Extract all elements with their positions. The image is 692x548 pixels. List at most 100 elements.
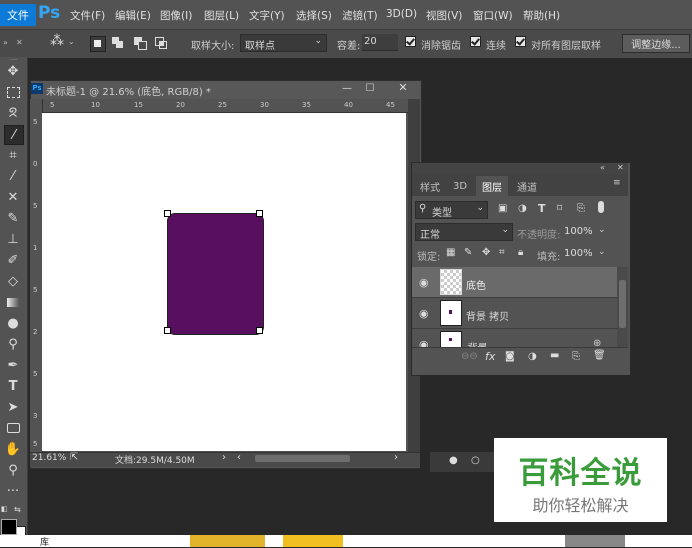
foreground-color-swatch[interactable]: [1, 519, 17, 535]
close-window-icon[interactable]: ✕: [389, 81, 417, 95]
move-tool-icon[interactable]: ✥: [4, 62, 22, 80]
taskbar-thumbnail[interactable]: [190, 535, 265, 547]
close-panel-icon[interactable]: ✕: [617, 163, 624, 172]
menu-edit[interactable]: 编辑(E): [115, 8, 151, 23]
tab-channels[interactable]: 通道: [510, 176, 544, 196]
default-colors-icon[interactable]: ◧: [1, 505, 9, 513]
menu-image[interactable]: 图像(I): [160, 8, 192, 23]
chevron-down-icon[interactable]: ⌄: [68, 37, 75, 46]
new-layer-icon[interactable]: ⎘: [572, 351, 580, 362]
radio-empty-icon[interactable]: ○: [471, 455, 480, 466]
more-tools-icon[interactable]: ···: [4, 482, 22, 500]
healing-brush-tool-icon[interactable]: ✕: [4, 188, 22, 206]
panel-menu-icon[interactable]: ≡: [613, 178, 621, 188]
new-selection-icon[interactable]: [90, 36, 106, 52]
maximize-icon[interactable]: ☐: [362, 83, 378, 95]
filter-type-dropdown[interactable]: ⚲ 类型 ⌄: [415, 201, 488, 219]
mask-icon[interactable]: ◙: [505, 351, 515, 362]
chevron-right-icon[interactable]: ›: [222, 452, 226, 463]
menu-layer[interactable]: 图层(L): [204, 8, 239, 23]
library-label[interactable]: 库: [40, 535, 49, 548]
document-info[interactable]: 文档:29.5M/4.50M: [115, 453, 195, 466]
taskbar-thumbnail[interactable]: [283, 535, 343, 547]
layer-name[interactable]: 背景: [466, 339, 486, 347]
fill-value[interactable]: 100%: [564, 248, 593, 259]
share-icon[interactable]: ⇱: [70, 452, 78, 463]
refine-edge-button[interactable]: 调整边缘...: [622, 34, 690, 53]
eye-icon[interactable]: ◉: [419, 307, 429, 320]
zoom-level[interactable]: 21.61%: [32, 453, 66, 463]
transform-handle[interactable]: [256, 210, 263, 217]
minimize-icon[interactable]: —: [339, 83, 355, 95]
rounded-rectangle-shape[interactable]: [167, 213, 264, 335]
panel-header[interactable]: [412, 163, 628, 174]
chevron-down-icon[interactable]: ⌄: [598, 225, 606, 235]
pen-tool-icon[interactable]: ✒: [4, 356, 22, 374]
menu-view[interactable]: 视图(V): [426, 8, 462, 23]
history-brush-tool-icon[interactable]: ✐: [4, 251, 22, 269]
menu-window[interactable]: 窗口(W): [473, 8, 513, 23]
layer-name[interactable]: 背景 拷贝: [466, 308, 509, 323]
adjustment-icon[interactable]: ◑: [528, 351, 537, 362]
zoom-tool-icon[interactable]: ⚲: [4, 461, 22, 479]
blend-mode-dropdown[interactable]: 正常 ⌄: [415, 223, 513, 241]
link-icon[interactable]: ⊖⊖: [461, 351, 478, 362]
hand-tool-icon[interactable]: ✋: [4, 440, 22, 458]
tolerance-input[interactable]: 20: [362, 34, 398, 51]
radio-filled-icon[interactable]: ●: [449, 455, 458, 466]
add-selection-icon[interactable]: [112, 37, 124, 49]
dodge-tool-icon[interactable]: ⚲: [4, 335, 22, 353]
menu-file-active[interactable]: 文件: [0, 4, 36, 26]
intersect-selection-icon[interactable]: [155, 37, 167, 49]
transform-handle[interactable]: [256, 327, 263, 334]
taskbar-thumbnail[interactable]: [565, 535, 625, 547]
tab-layers[interactable]: 图层: [476, 176, 508, 196]
antialias-checkbox[interactable]: [405, 36, 416, 48]
path-select-tool-icon[interactable]: ➤: [4, 398, 22, 416]
lock-artboard-icon[interactable]: ⌗: [499, 247, 505, 258]
layers-scrollbar-thumb[interactable]: [619, 280, 626, 328]
sample-size-dropdown[interactable]: 取样点 ⌄: [240, 34, 327, 52]
lock-transparent-icon[interactable]: ▦: [446, 247, 455, 258]
folder-icon[interactable]: ▬: [550, 350, 559, 361]
layer-name[interactable]: 底色: [466, 277, 486, 292]
swap-colors-icon[interactable]: ⇆: [14, 505, 24, 514]
filter-type-icon[interactable]: T: [538, 202, 546, 215]
eye-icon[interactable]: ◉: [419, 276, 429, 289]
crop-tool-icon[interactable]: ⌗: [4, 146, 22, 164]
lasso-tool-icon[interactable]: ᘝ: [4, 104, 22, 122]
stamp-tool-icon[interactable]: ⊥: [4, 230, 22, 248]
transform-handle[interactable]: [164, 210, 171, 217]
collapse-panel-icon[interactable]: «: [600, 163, 605, 172]
menu-type[interactable]: 文字(Y): [249, 8, 285, 23]
eraser-tool-icon[interactable]: ◇: [4, 272, 22, 290]
filter-toggle-icon[interactable]: [598, 201, 604, 213]
menu-select[interactable]: 选择(S): [296, 8, 332, 23]
chevron-left-icon[interactable]: ‹: [237, 452, 241, 463]
trash-icon[interactable]: 🗑︎: [593, 350, 606, 361]
rectangle-tool-icon[interactable]: [4, 419, 22, 437]
close-icon[interactable]: ✕: [16, 38, 23, 47]
contiguous-checkbox[interactable]: [470, 36, 481, 48]
marquee-tool-icon[interactable]: [4, 83, 22, 101]
fx-icon[interactable]: fx: [485, 350, 495, 363]
collapse-icon[interactable]: »: [3, 38, 8, 47]
magic-wand-tool-icon[interactable]: ⁄: [4, 125, 24, 145]
magic-wand-preset-icon[interactable]: ⁂: [50, 33, 64, 49]
gradient-tool-icon[interactable]: [4, 293, 22, 311]
menu-help[interactable]: 帮助(H): [523, 8, 560, 23]
menu-filter[interactable]: 滤镜(T): [342, 8, 378, 23]
eyedropper-tool-icon[interactable]: ⁄: [4, 167, 22, 185]
type-tool-icon[interactable]: T: [4, 377, 22, 395]
blur-tool-icon[interactable]: ●: [4, 314, 22, 332]
filter-adjustment-icon[interactable]: ◑: [518, 203, 527, 214]
sample-all-checkbox[interactable]: [515, 36, 526, 48]
lock-position-icon[interactable]: ✥: [482, 247, 490, 258]
filter-pixel-icon[interactable]: ▣: [498, 203, 507, 214]
filter-shape-icon[interactable]: ⌑: [557, 203, 562, 214]
lock-all-icon[interactable]: 🔒︎: [518, 247, 523, 258]
tab-styles[interactable]: 样式: [414, 176, 446, 196]
chevron-down-icon[interactable]: ⌄: [598, 247, 606, 257]
tab-3d[interactable]: 3D: [448, 176, 472, 196]
lock-pixels-icon[interactable]: ✎: [464, 247, 472, 258]
